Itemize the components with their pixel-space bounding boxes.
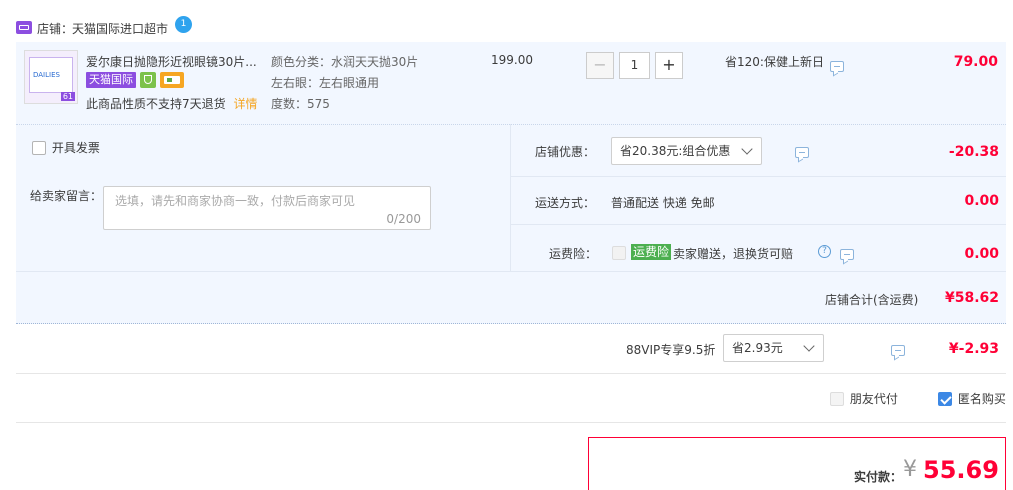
insurance-desc: 卖家赠送，退换货可赔 bbox=[673, 247, 794, 261]
insurance-chat-icon[interactable] bbox=[839, 249, 854, 260]
tmall-intl-tag: 天猫国际 bbox=[86, 72, 136, 88]
divider bbox=[16, 373, 1006, 374]
divider bbox=[511, 176, 1006, 177]
quantity-plus-button[interactable]: + bbox=[655, 52, 683, 79]
shop-discount-amount: -20.38 bbox=[948, 144, 999, 160]
vip-chat-icon[interactable] bbox=[891, 345, 906, 356]
payment-currency: ¥ bbox=[903, 457, 917, 482]
return-notice: 此商品性质不支持7天退货 bbox=[86, 97, 226, 111]
shop-total-amount: ¥58.62 bbox=[944, 290, 999, 306]
thumb-text: DAILIES bbox=[33, 71, 60, 79]
chevron-down-icon bbox=[803, 340, 815, 352]
friend-pay-checkbox[interactable] bbox=[830, 391, 844, 406]
payment-amount: 55.69 bbox=[923, 456, 999, 484]
credit-card-icon[interactable] bbox=[160, 72, 184, 88]
help-question-icon[interactable]: ? bbox=[818, 245, 831, 258]
spec-eye: 左右眼：左右眼通用 bbox=[271, 76, 380, 90]
promo-chat-icon[interactable] bbox=[830, 61, 844, 72]
anonymous-label: 匿名购买 bbox=[957, 392, 1006, 406]
shipping-label: 运送方式： bbox=[535, 196, 596, 210]
divider bbox=[16, 422, 1006, 423]
divider bbox=[16, 271, 1006, 272]
product-title-link[interactable]: 爱尔康日抛隐形近视眼镜30片... bbox=[86, 53, 257, 70]
insurance-amount: 0.00 bbox=[964, 246, 999, 262]
shipping-amount: 0.00 bbox=[964, 193, 999, 209]
discount-chat-icon[interactable] bbox=[794, 147, 809, 158]
quantity-value: 1 bbox=[630, 58, 639, 72]
plus-label: + bbox=[662, 55, 676, 74]
promo-text: 省120:保健上新日 bbox=[725, 55, 824, 69]
vip-label: 88VIP专享9.5折 bbox=[626, 343, 716, 357]
payment-summary-box: 实付款： ¥ 55.69 bbox=[588, 437, 1006, 490]
shop-total-label: 店铺合计(含运费) bbox=[825, 293, 919, 307]
message-label: 给卖家留言： bbox=[30, 189, 103, 203]
anonymous-checkbox[interactable] bbox=[938, 391, 952, 406]
friend-pay-option[interactable]: 朋友代付 bbox=[830, 390, 898, 407]
product-thumbnail[interactable]: DAILIES 61 bbox=[24, 50, 78, 104]
vip-discount-select[interactable]: 省2.93元 bbox=[723, 334, 824, 362]
chat-badge: 1 bbox=[180, 19, 187, 29]
quantity-minus-button[interactable]: − bbox=[586, 52, 614, 79]
shop-label: 店铺： bbox=[37, 22, 74, 36]
panel-bottom-border bbox=[16, 323, 1006, 324]
message-textarea[interactable]: 选填，请先和商家协商一致，付款后商家可见 0/200 bbox=[103, 186, 431, 230]
unit-price: 199.00 bbox=[491, 53, 533, 67]
payment-label: 实付款： bbox=[854, 470, 903, 484]
friend-pay-label: 朋友代付 bbox=[849, 392, 898, 406]
shop-discount-value: 省20.38元:组合优惠 bbox=[620, 144, 731, 158]
quantity-stepper: − 1 + bbox=[586, 52, 683, 79]
invoice-checkbox[interactable] bbox=[32, 140, 46, 155]
invoice-option[interactable]: 开具发票 bbox=[32, 139, 100, 156]
invoice-label: 开具发票 bbox=[51, 141, 100, 155]
spec-degree: 度数：575 bbox=[271, 97, 330, 111]
shop-discount-label: 店铺优惠： bbox=[535, 145, 596, 159]
product-promo: 省120:保健上新日 bbox=[725, 53, 824, 70]
wangwang-chat-icon[interactable]: 1 bbox=[175, 16, 192, 33]
divider bbox=[511, 224, 1006, 225]
vip-discount-value: 省2.93元 bbox=[732, 341, 783, 355]
panel-divider bbox=[510, 124, 511, 271]
shop-discount-select[interactable]: 省20.38元:组合优惠 bbox=[611, 137, 762, 165]
insurance-tag: 运费险 bbox=[631, 244, 672, 260]
chevron-down-icon bbox=[741, 143, 753, 155]
thumb-badge: 61 bbox=[60, 92, 75, 101]
shipping-method: 普通配送 快递 免邮 bbox=[611, 196, 715, 210]
minus-label: − bbox=[593, 55, 607, 74]
insurance-checkbox bbox=[612, 246, 626, 260]
return-detail-link[interactable]: 详情 bbox=[233, 97, 257, 111]
quantity-input[interactable]: 1 bbox=[619, 52, 650, 79]
spec-color: 颜色分类：水润天天抛30片 bbox=[271, 55, 419, 69]
product-subtotal: 79.00 bbox=[953, 54, 998, 70]
message-counter: 0/200 bbox=[386, 212, 421, 226]
insurance-label: 运费险： bbox=[549, 247, 598, 261]
shop-name-link[interactable]: 天猫国际进口超市 bbox=[72, 20, 168, 37]
message-placeholder: 选填，请先和商家协商一致，付款后商家可见 bbox=[115, 194, 356, 208]
anonymous-option[interactable]: 匿名购买 bbox=[938, 390, 1006, 407]
tmall-shop-icon bbox=[16, 21, 32, 34]
vip-discount-amount: ¥-2.93 bbox=[948, 341, 999, 357]
panel-top-border bbox=[16, 124, 1006, 125]
guarantee-icon[interactable] bbox=[140, 72, 156, 88]
